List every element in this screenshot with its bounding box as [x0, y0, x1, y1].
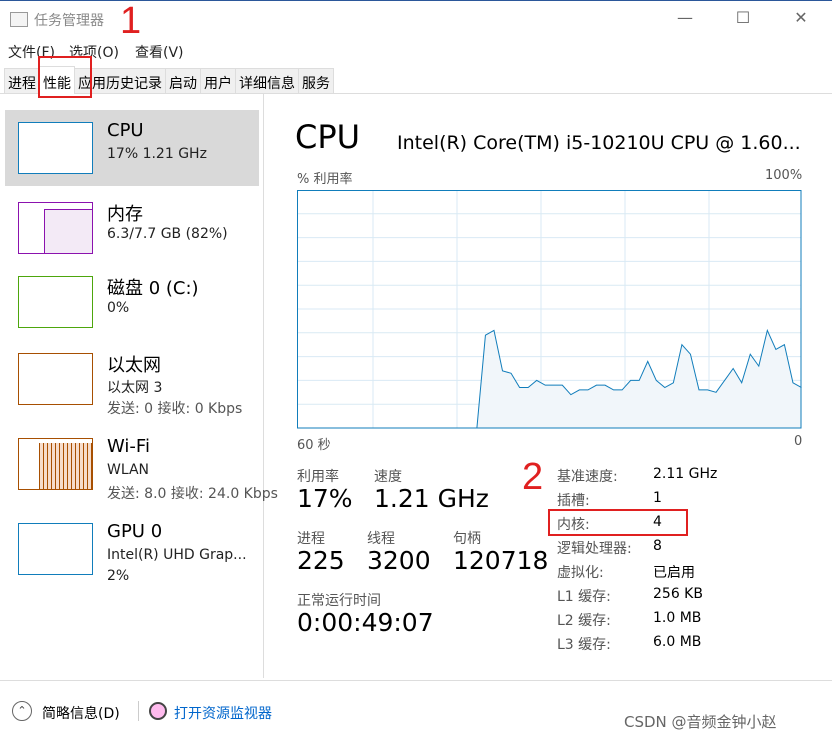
spec-label: L2 缓存: — [557, 613, 611, 629]
sidebar-item-0[interactable]: CPU 17% 1.21 GHz — [5, 110, 259, 186]
window-title: 任务管理器 — [34, 13, 104, 29]
sidebar-item-sub: WLAN — [107, 462, 150, 478]
annotation-2: 2 — [522, 456, 544, 498]
annotation-box-cores — [548, 509, 688, 536]
utilization-value: 17% — [297, 484, 353, 513]
spec-value: 8 — [653, 538, 662, 554]
handles-value: 120718 — [453, 546, 549, 575]
utilization-label: 利用率 — [297, 469, 339, 485]
cpu-model: Intel(R) Core(TM) i5-10210U CPU @ 1.60..… — [397, 132, 801, 154]
spec-value: 已启用 — [653, 565, 695, 581]
sidebar-item-3[interactable]: 以太网 以太网 3 发送: 0 接收: 0 Kbps — [5, 341, 259, 417]
speed-value: 1.21 GHz — [374, 484, 489, 513]
sidebar-item-2[interactable]: 磁盘 0 (C:) 0% — [5, 264, 259, 340]
cpu-utilization-graph — [297, 190, 802, 429]
thumbnail-graph — [18, 122, 93, 174]
annotation-box-performance — [38, 56, 92, 98]
threads-label: 线程 — [367, 531, 395, 547]
sidebar-item-sub: 6.3/7.7 GB (82%) — [107, 226, 228, 242]
tab-startup[interactable]: 启动 — [165, 68, 201, 94]
sidebar-item-5[interactable]: GPU 0 Intel(R) UHD Grap... 2% — [5, 511, 259, 587]
sidebar-item-sub: Intel(R) UHD Grap... — [107, 547, 247, 563]
spec-label: L1 缓存: — [557, 589, 611, 605]
spec-label: 虚拟化: — [557, 565, 604, 581]
tab-details[interactable]: 详细信息 — [235, 68, 299, 94]
uptime-label: 正常运行时间 — [297, 593, 381, 609]
tab-services[interactable]: 服务 — [298, 68, 334, 94]
spec-value: 256 KB — [653, 586, 703, 602]
spec-label: 逻辑处理器: — [557, 541, 632, 557]
graph-right-label: 0 — [794, 434, 803, 449]
sidebar-item-name: CPU — [107, 120, 144, 141]
processes-label: 进程 — [297, 531, 325, 547]
tab-processes[interactable]: 进程 — [4, 68, 40, 94]
close-button[interactable]: ✕ — [786, 8, 816, 27]
sidebar-item-name: 磁盘 0 (C:) — [107, 278, 199, 299]
spec-value: 1 — [653, 490, 662, 506]
graph-max: 100% — [765, 168, 803, 183]
graph-left-label: 60 秒 — [297, 438, 331, 453]
thumbnail-graph — [18, 523, 93, 575]
thumbnail-graph — [18, 276, 93, 328]
watermark: CSDN @音频金钟小赵 — [624, 713, 777, 731]
spec-label: 插槽: — [557, 493, 590, 509]
spec-value: 1.0 MB — [653, 610, 702, 626]
resource-monitor-icon — [149, 702, 167, 720]
sidebar-item-4[interactable]: Wi-Fi WLAN 发送: 8.0 接收: 24.0 Kbps — [5, 426, 278, 502]
menu-view[interactable]: 查看(V) — [135, 42, 184, 62]
thumbnail-graph — [18, 353, 93, 405]
page-title: CPU — [295, 118, 361, 156]
sidebar-item-name: Wi-Fi — [107, 436, 150, 457]
footer-divider — [0, 680, 832, 681]
sidebar-item-sub2: 发送: 8.0 接收: 24.0 Kbps — [107, 486, 278, 502]
tab-users[interactable]: 用户 — [200, 68, 236, 94]
thumbnail-graph — [18, 438, 93, 490]
handles-label: 句柄 — [453, 531, 481, 547]
sidebar-item-name: GPU 0 — [107, 521, 163, 542]
annotation-1: 1 — [120, 0, 142, 42]
speed-label: 速度 — [374, 469, 402, 485]
chevron-up-icon[interactable]: ⌃ — [12, 701, 32, 721]
sidebar-item-sub: 17% 1.21 GHz — [107, 146, 207, 162]
task-manager-icon — [10, 12, 28, 27]
open-resource-monitor-link[interactable]: 打开资源监视器 — [174, 703, 272, 723]
sidebar-item-name: 以太网 — [107, 355, 161, 376]
sidebar-item-sub2: 发送: 0 接收: 0 Kbps — [107, 401, 243, 417]
graph-label: % 利用率 — [297, 172, 353, 187]
spec-value: 6.0 MB — [653, 634, 702, 650]
threads-value: 3200 — [367, 546, 431, 575]
sidebar-item-sub: 0% — [107, 300, 130, 316]
spec-label: L3 缓存: — [557, 637, 611, 653]
uptime-value: 0:00:49:07 — [297, 608, 434, 637]
minimize-button[interactable]: — — [670, 8, 700, 27]
footer-separator — [138, 701, 139, 721]
spec-value: 2.11 GHz — [653, 466, 718, 482]
processes-value: 225 — [297, 546, 345, 575]
sidebar-item-name: 内存 — [107, 204, 143, 225]
sidebar-item-1[interactable]: 内存 6.3/7.7 GB (82%) — [5, 190, 259, 266]
brief-info-button[interactable]: 简略信息(D) — [42, 703, 120, 723]
thumbnail-graph — [18, 202, 93, 254]
sidebar-item-sub2: 2% — [107, 568, 130, 584]
sidebar-item-sub: 以太网 3 — [107, 380, 163, 396]
maximize-button[interactable]: ☐ — [728, 8, 758, 27]
spec-label: 基准速度: — [557, 469, 618, 485]
sidebar-divider — [263, 94, 264, 678]
